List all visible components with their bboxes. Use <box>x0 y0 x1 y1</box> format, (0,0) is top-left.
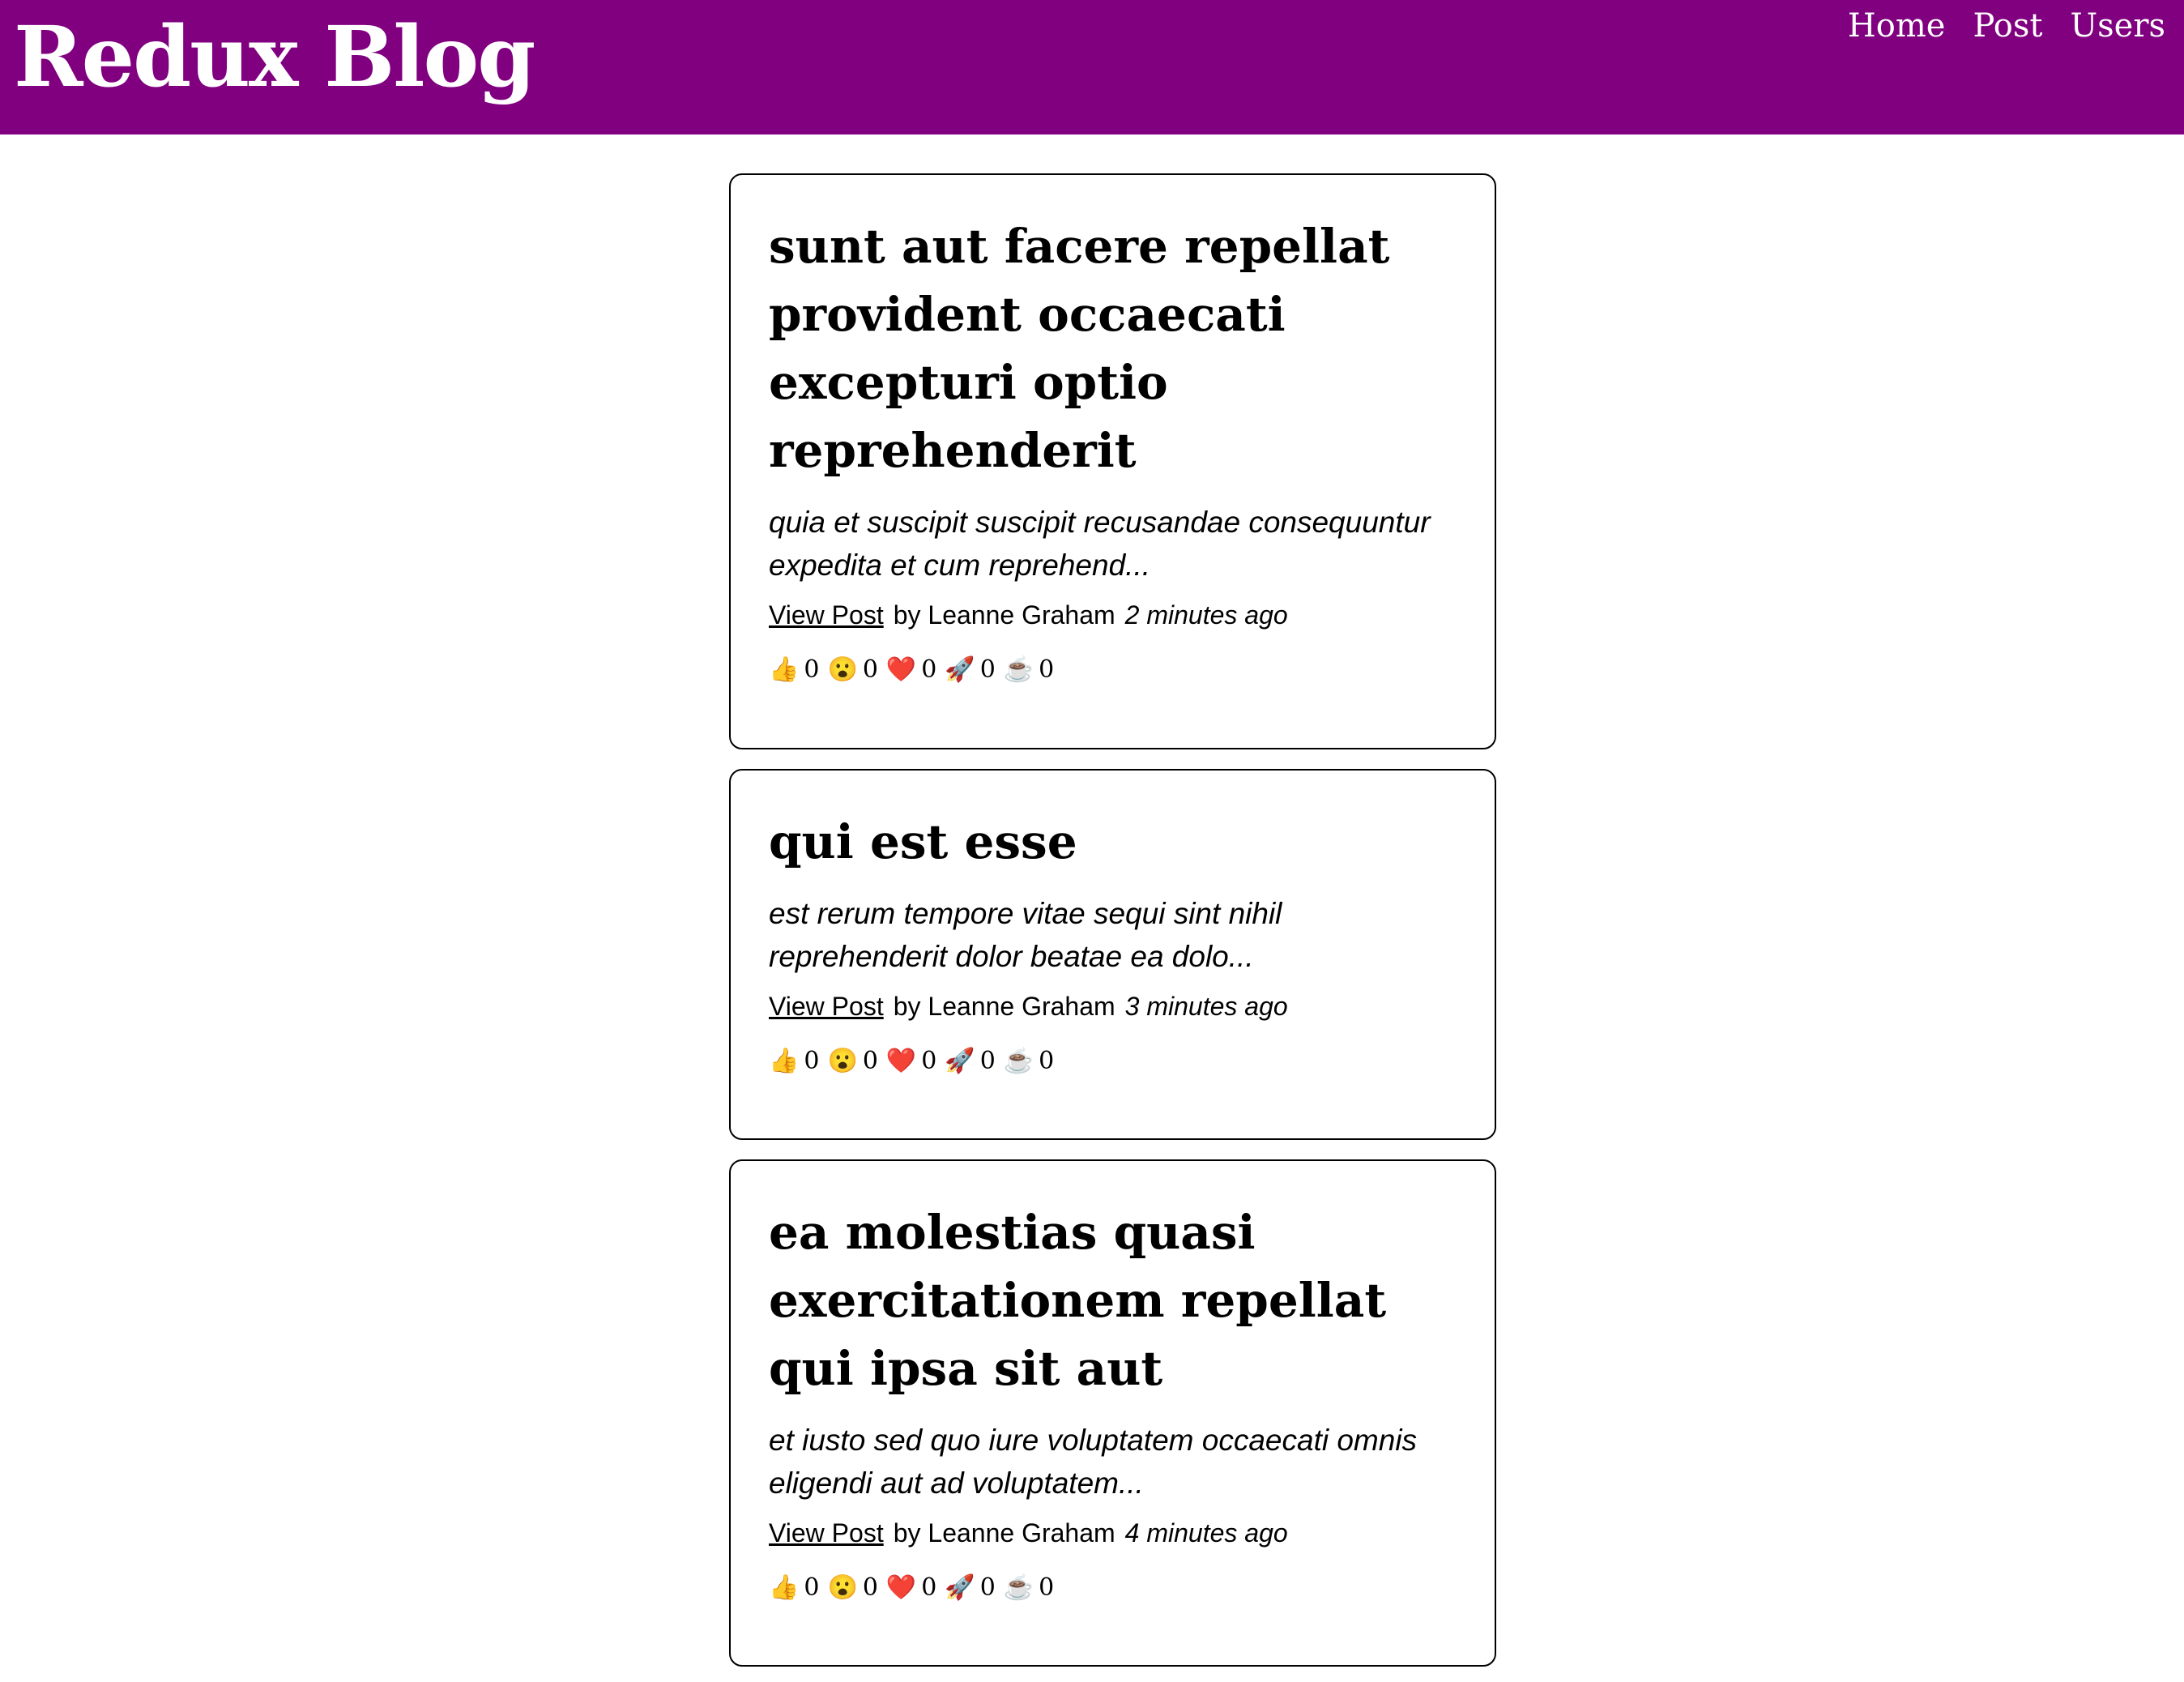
rocket-icon: 🚀 <box>945 1573 975 1602</box>
reaction-thumbs-up-button[interactable]: 👍 0 <box>769 1047 819 1075</box>
post-author: by Leanne Graham <box>893 992 1115 1021</box>
post-author: by Leanne Graham <box>893 600 1115 630</box>
main-nav: Home Post Users <box>1848 5 2165 47</box>
post-meta: View Post by Leanne Graham 3 minutes ago <box>769 990 1457 1022</box>
nav-link-post[interactable]: Post <box>1973 5 2042 47</box>
reaction-heart-button[interactable]: ❤️ 0 <box>886 1047 936 1075</box>
post-excerpt: et iusto sed quo iure voluptatem occaeca… <box>769 1424 1418 1500</box>
heart-icon: ❤️ <box>885 1047 917 1075</box>
post-author: by Leanne Graham <box>893 1518 1115 1548</box>
post-timestamp: 4 minutes ago <box>1124 1518 1288 1548</box>
post-excerpt: quia et suscipit suscipit recusandae con… <box>769 506 1431 582</box>
post-card: ea molestias quasi exercitationem repell… <box>729 1159 1496 1667</box>
thumbs-up-icon: 👍 <box>769 655 800 684</box>
reaction-rocket-button[interactable]: 🚀 0 <box>945 1047 995 1075</box>
rocket-icon: 🚀 <box>945 655 975 684</box>
post-meta: View Post by Leanne Graham 2 minutes ago <box>769 599 1457 631</box>
coffee-icon: ☕ <box>1003 655 1034 684</box>
reaction-rocket-button[interactable]: 🚀 0 <box>945 1573 995 1602</box>
reaction-count: 0 <box>862 1047 878 1075</box>
view-post-link[interactable]: View Post <box>769 992 884 1021</box>
reaction-count: 0 <box>862 1573 878 1602</box>
thumbs-up-icon: 👍 <box>769 1047 800 1075</box>
reaction-coffee-button[interactable]: ☕ 0 <box>1004 655 1054 684</box>
post-card: qui est esse est rerum tempore vitae seq… <box>729 769 1496 1140</box>
view-post-link[interactable]: View Post <box>769 1518 884 1548</box>
reaction-count: 0 <box>1039 1573 1055 1602</box>
reaction-count: 0 <box>979 1047 996 1075</box>
reaction-count: 0 <box>979 655 996 684</box>
post-timestamp: 2 minutes ago <box>1124 600 1288 630</box>
reaction-thumbs-up-button[interactable]: 👍 0 <box>769 1573 819 1602</box>
coffee-icon: ☕ <box>1003 1573 1034 1602</box>
site-header: Redux Blog Home Post Users <box>0 0 2184 134</box>
rocket-icon: 🚀 <box>945 1047 975 1075</box>
reaction-buttons: 👍 0 😮 0 ❤️ 0 🚀 0 ☕ 0 <box>769 1573 1457 1602</box>
wow-face-icon: 😮 <box>827 655 858 684</box>
reaction-buttons: 👍 0 😮 0 ❤️ 0 🚀 0 ☕ 0 <box>769 1047 1457 1075</box>
post-title: ea molestias quasi exercitationem repell… <box>769 1205 1387 1396</box>
post-excerpt: est rerum tempore vitae sequi sint nihil… <box>769 897 1282 973</box>
post-title: qui est esse <box>769 814 1077 869</box>
reaction-count: 0 <box>804 655 820 684</box>
reaction-wow-button[interactable]: 😮 0 <box>827 1573 877 1602</box>
reaction-count: 0 <box>921 1573 937 1602</box>
reaction-count: 0 <box>1039 1047 1055 1075</box>
heart-icon: ❤️ <box>885 655 917 684</box>
post-title: sunt aut facere repellat provident occae… <box>769 219 1390 478</box>
reaction-rocket-button[interactable]: 🚀 0 <box>945 655 995 684</box>
post-meta: View Post by Leanne Graham 4 minutes ago <box>769 1517 1457 1549</box>
nav-link-users[interactable]: Users <box>2070 5 2165 47</box>
reaction-count: 0 <box>862 655 878 684</box>
reaction-heart-button[interactable]: ❤️ 0 <box>886 1573 936 1602</box>
reaction-count: 0 <box>979 1573 996 1602</box>
heart-icon: ❤️ <box>885 1573 917 1602</box>
reaction-wow-button[interactable]: 😮 0 <box>827 655 877 684</box>
reaction-wow-button[interactable]: 😮 0 <box>827 1047 877 1075</box>
site-title: Redux Blog <box>14 8 535 106</box>
reaction-count: 0 <box>804 1047 820 1075</box>
wow-face-icon: 😮 <box>827 1047 858 1075</box>
reaction-count: 0 <box>921 1047 937 1075</box>
nav-link-home[interactable]: Home <box>1848 5 1946 47</box>
reaction-buttons: 👍 0 😮 0 ❤️ 0 🚀 0 ☕ 0 <box>769 655 1457 684</box>
coffee-icon: ☕ <box>1003 1047 1034 1075</box>
reaction-count: 0 <box>1039 655 1055 684</box>
reaction-thumbs-up-button[interactable]: 👍 0 <box>769 655 819 684</box>
thumbs-up-icon: 👍 <box>769 1573 800 1602</box>
post-timestamp: 3 minutes ago <box>1124 992 1288 1021</box>
wow-face-icon: 😮 <box>827 1573 858 1602</box>
reaction-heart-button[interactable]: ❤️ 0 <box>886 655 936 684</box>
view-post-link[interactable]: View Post <box>769 600 884 630</box>
reaction-coffee-button[interactable]: ☕ 0 <box>1004 1573 1054 1602</box>
post-card: sunt aut facere repellat provident occae… <box>729 173 1496 749</box>
reaction-count: 0 <box>804 1573 820 1602</box>
reaction-count: 0 <box>921 655 937 684</box>
reaction-coffee-button[interactable]: ☕ 0 <box>1004 1047 1054 1075</box>
